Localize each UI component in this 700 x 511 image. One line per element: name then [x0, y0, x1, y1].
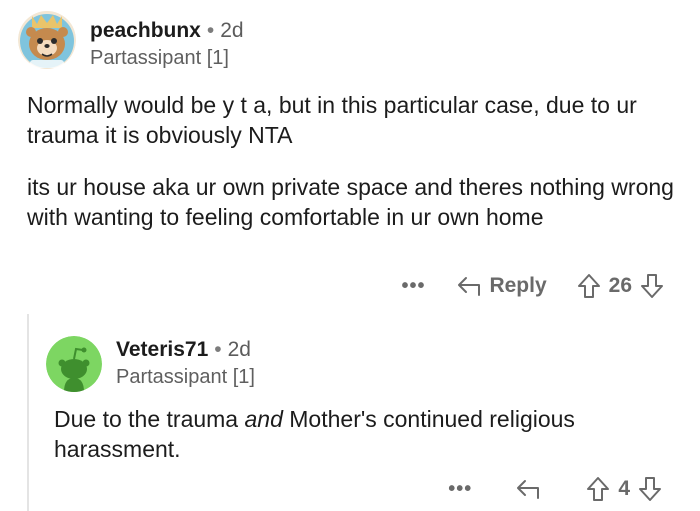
reply-arrow-icon — [457, 275, 481, 297]
comment-parent: peachbunx • 2d Partassipant [1] Normally w… — [0, 0, 700, 312]
vote-controls: 4 — [586, 476, 662, 502]
comment-paragraph: Normally would be y t a, but in this par… — [27, 92, 637, 148]
user-flair: Partassipant [1] — [90, 47, 229, 69]
meta-separator: • — [206, 19, 215, 42]
comment-meta: peachbunx • 2d Partassipant [1] — [90, 18, 244, 71]
comment-paragraph: its ur house aka ur own private space an… — [27, 174, 674, 230]
downvote-arrow-icon[interactable] — [638, 476, 662, 502]
comment-paragraph: Due to the trauma and Mother's continued… — [54, 404, 674, 464]
username[interactable]: Veteris71 — [116, 338, 208, 361]
comment-meta: Veteris71 • 2d Partassipant [1] — [116, 337, 255, 390]
upvote-arrow-icon[interactable] — [577, 273, 601, 299]
comment-text-start: Due to the trauma — [54, 406, 245, 432]
comment-text-emphasis: and — [244, 406, 283, 432]
user-avatar-peachbunx[interactable] — [18, 10, 76, 70]
comment-actions: ••• Reply 26 — [401, 268, 664, 304]
user-avatar-veteris71[interactable] — [46, 336, 102, 392]
vote-controls: 26 — [577, 273, 664, 299]
vote-score: 26 — [608, 274, 632, 297]
user-flair: Partassipant [1] — [116, 366, 255, 388]
upvote-arrow-icon[interactable] — [586, 476, 610, 502]
more-options-icon[interactable]: ••• — [448, 479, 472, 499]
timestamp[interactable]: 2d — [228, 338, 251, 361]
reply-button[interactable] — [516, 478, 540, 500]
meta-separator: • — [214, 338, 222, 361]
reply-label: Reply — [489, 274, 547, 297]
more-options-icon[interactable]: ••• — [401, 276, 425, 296]
user-line: peachbunx • 2d — [90, 18, 244, 44]
peach-bear-avatar-icon — [18, 11, 76, 69]
reply-button[interactable]: Reply — [457, 274, 547, 298]
user-line: Veteris71 • 2d — [116, 337, 255, 363]
comment-reply: Veteris71 • 2d Partassipant [1] Due to the… — [0, 312, 700, 511]
timestamp[interactable]: 2d — [220, 19, 243, 42]
snoo-avatar-icon — [46, 336, 102, 392]
reply-arrow-icon — [516, 478, 540, 500]
vote-score: 4 — [618, 477, 630, 500]
downvote-arrow-icon[interactable] — [640, 273, 664, 299]
comment-actions: ••• 4 — [448, 472, 662, 506]
username[interactable]: peachbunx — [90, 19, 201, 42]
